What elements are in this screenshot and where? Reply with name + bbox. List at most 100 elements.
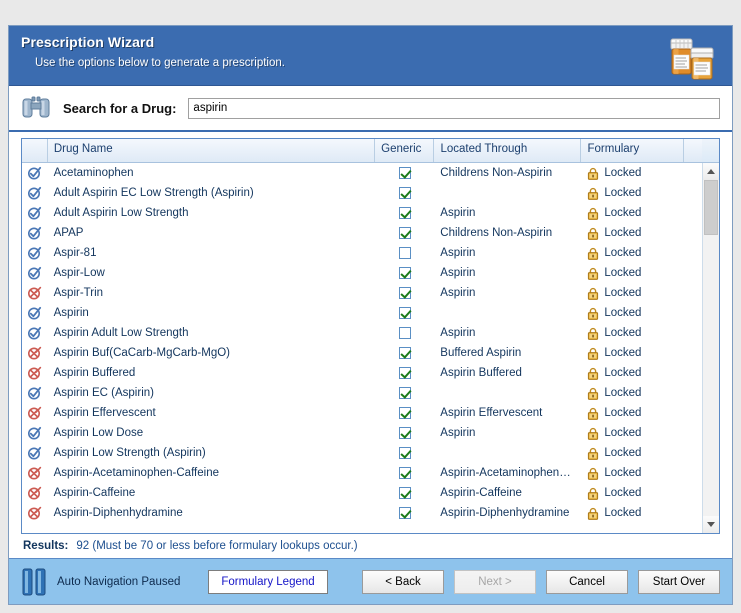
grid-vertical-scrollbar[interactable] <box>702 163 719 533</box>
checkbox-checked-icon[interactable] <box>398 487 411 499</box>
table-row[interactable]: Aspir-81 Aspirin Locked <box>22 243 702 263</box>
table-row[interactable]: Aspirin Low Dose Aspirin Locked <box>22 423 702 443</box>
window-footer: Auto Navigation Paused Formulary Legend … <box>9 558 732 604</box>
row-status-cell <box>22 503 48 523</box>
column-header-spacer <box>684 139 702 162</box>
table-row[interactable]: Acetaminophen Childrens Non-Aspirin Locke… <box>22 163 702 183</box>
row-drug-name: Aspir-81 <box>53 247 97 259</box>
row-generic-checkbox[interactable] <box>375 283 434 303</box>
status-ok-icon <box>28 266 42 280</box>
checkbox-unchecked-icon[interactable] <box>398 327 411 339</box>
row-status-cell <box>22 243 48 263</box>
row-located-through: Aspirin Effervescent <box>440 407 543 419</box>
row-generic-checkbox[interactable] <box>375 183 434 203</box>
table-row[interactable]: Aspirin Buf(CaCarb-MgCarb-MgO) Buffered A… <box>22 343 702 363</box>
checkbox-checked-icon[interactable] <box>398 187 411 199</box>
column-header-located-through[interactable]: Located Through <box>434 139 582 162</box>
column-header-drug-name[interactable]: Drug Name <box>48 139 376 162</box>
row-generic-checkbox[interactable] <box>375 223 434 243</box>
row-generic-checkbox[interactable] <box>375 363 434 383</box>
row-located-through: Buffered Aspirin <box>440 347 522 359</box>
status-ok-icon <box>28 186 42 200</box>
row-formulary-text: Locked <box>604 307 642 319</box>
row-generic-checkbox[interactable] <box>375 403 434 423</box>
table-row[interactable]: Aspirin EC (Aspirin) Locked <box>22 383 702 403</box>
row-generic-checkbox[interactable] <box>375 423 434 443</box>
scroll-down-button[interactable] <box>703 516 719 533</box>
checkbox-checked-icon[interactable] <box>398 347 411 359</box>
column-header-generic[interactable]: Generic <box>375 139 435 162</box>
row-spacer <box>684 203 702 223</box>
checkbox-checked-icon[interactable] <box>398 387 411 399</box>
scrollbar-track[interactable] <box>703 180 719 516</box>
table-row[interactable]: Aspirin-Caffeine Aspirin-Caffeine Locked <box>22 483 702 503</box>
row-generic-checkbox[interactable] <box>375 383 434 403</box>
row-formulary: Locked <box>581 403 684 423</box>
back-button[interactable]: < Back <box>362 569 444 594</box>
status-blocked-icon <box>28 406 42 420</box>
row-spacer <box>684 423 702 443</box>
table-row[interactable]: Aspirin Adult Low Strength Aspirin Locked <box>22 323 702 343</box>
scroll-up-button[interactable] <box>703 163 719 180</box>
row-generic-checkbox[interactable] <box>375 203 434 223</box>
checkbox-unchecked-icon[interactable] <box>398 247 411 259</box>
checkbox-checked-icon[interactable] <box>398 427 411 439</box>
checkbox-checked-icon[interactable] <box>398 407 411 419</box>
checkbox-checked-icon[interactable] <box>398 207 411 219</box>
row-located-through: Aspirin <box>440 247 476 259</box>
row-generic-checkbox[interactable] <box>375 483 434 503</box>
row-formulary-text: Locked <box>604 167 642 179</box>
lock-icon <box>588 267 599 280</box>
table-row[interactable]: Aspirin Buffered Aspirin Buffered Locked <box>22 363 702 383</box>
row-generic-checkbox[interactable] <box>375 343 434 363</box>
row-generic-checkbox[interactable] <box>375 443 434 463</box>
row-located-through: Aspirin <box>440 267 476 279</box>
checkbox-checked-icon[interactable] <box>398 367 411 379</box>
row-drug-name: Aspirin Low Strength (Aspirin) <box>53 447 206 459</box>
row-spacer <box>684 283 702 303</box>
row-status-cell <box>22 423 48 443</box>
row-generic-checkbox[interactable] <box>375 503 434 523</box>
cancel-button[interactable]: Cancel <box>546 569 628 594</box>
formulary-legend-button[interactable]: Formulary Legend <box>208 569 328 594</box>
row-drug-name: Aspirin Effervescent <box>53 407 156 419</box>
scrollbar-thumb[interactable] <box>704 180 718 235</box>
checkbox-checked-icon[interactable] <box>398 267 411 279</box>
row-spacer <box>684 503 702 523</box>
next-button: Next > <box>454 569 536 594</box>
table-row[interactable]: Aspir-Low Aspirin Locked <box>22 263 702 283</box>
checkbox-checked-icon[interactable] <box>398 507 411 519</box>
row-formulary-text: Locked <box>604 287 642 299</box>
table-row[interactable]: APAP Childrens Non-Aspirin Locked <box>22 223 702 243</box>
search-input[interactable] <box>188 97 720 119</box>
checkbox-checked-icon[interactable] <box>398 467 411 479</box>
checkbox-checked-icon[interactable] <box>398 227 411 239</box>
table-row[interactable]: Aspirin Effervescent Aspirin Effervescent… <box>22 403 702 423</box>
checkbox-checked-icon[interactable] <box>398 287 411 299</box>
row-generic-checkbox[interactable] <box>375 323 434 343</box>
row-spacer <box>684 483 702 503</box>
table-row[interactable]: Aspirin Locked <box>22 303 702 323</box>
table-row[interactable]: Aspirin-Diphenhydramine Aspirin-Diphenhyd… <box>22 503 702 523</box>
row-generic-checkbox[interactable] <box>375 463 434 483</box>
lock-icon <box>588 347 599 360</box>
checkbox-checked-icon[interactable] <box>398 307 411 319</box>
status-ok-icon <box>28 386 42 400</box>
row-generic-checkbox[interactable] <box>375 163 434 183</box>
column-header-status[interactable] <box>22 139 48 162</box>
start-over-button[interactable]: Start Over <box>638 569 720 594</box>
row-generic-checkbox[interactable] <box>375 263 434 283</box>
row-generic-checkbox[interactable] <box>375 303 434 323</box>
table-row[interactable]: Adult Aspirin Low Strength Aspirin Locked <box>22 203 702 223</box>
column-header-formulary[interactable]: Formulary <box>581 139 685 162</box>
table-row[interactable]: Adult Aspirin EC Low Strength (Aspirin) … <box>22 183 702 203</box>
row-status-cell <box>22 403 48 423</box>
table-row[interactable]: Aspirin Low Strength (Aspirin) Locked <box>22 443 702 463</box>
checkbox-checked-icon[interactable] <box>398 167 411 179</box>
checkbox-checked-icon[interactable] <box>398 447 411 459</box>
row-drug-name: Aspirin <box>53 307 89 319</box>
row-formulary: Locked <box>581 163 684 183</box>
row-generic-checkbox[interactable] <box>375 243 434 263</box>
table-row[interactable]: Aspirin-Acetaminophen-Caffeine Aspirin-Ac… <box>22 463 702 483</box>
table-row[interactable]: Aspir-Trin Aspirin Locked <box>22 283 702 303</box>
